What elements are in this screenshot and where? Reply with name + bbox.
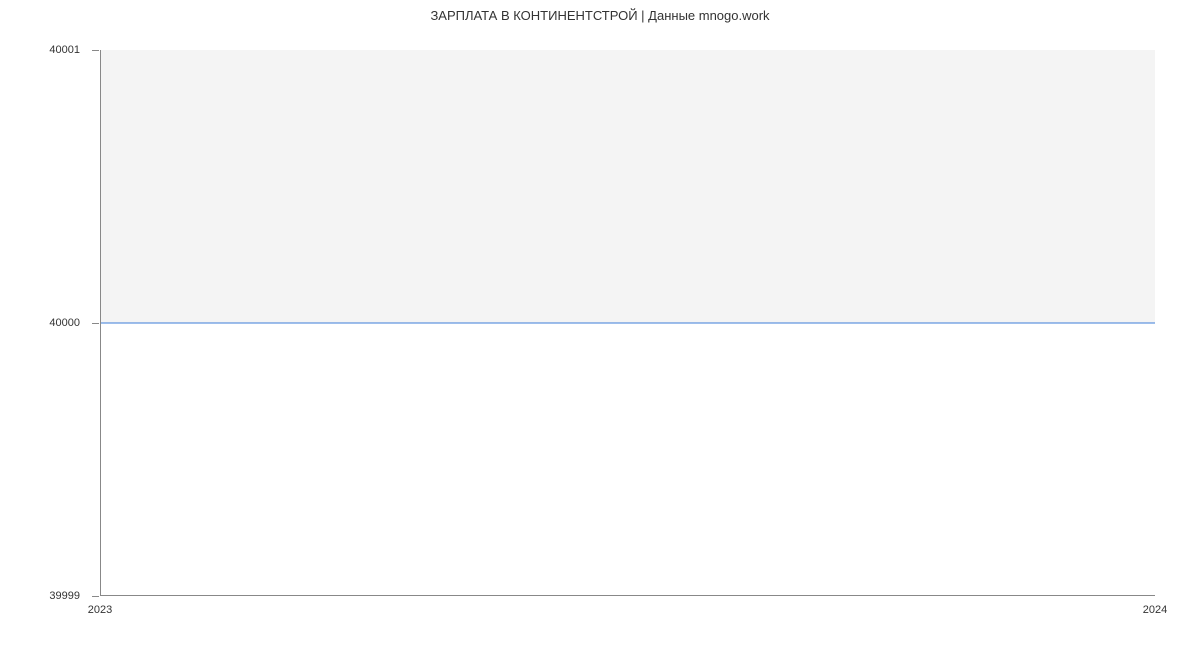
y-tick-mark: [92, 50, 99, 51]
y-tick-mark: [92, 323, 99, 324]
y-tick-label-40001: 40001: [49, 44, 80, 56]
y-tick-mark: [92, 596, 99, 597]
plot-area: [100, 50, 1155, 596]
y-tick-label-39999: 39999: [49, 590, 80, 602]
area-fill: [101, 50, 1155, 323]
x-tick-label-2023: 2023: [88, 604, 112, 616]
chart-container: 40001 40000 39999 2023 2024: [100, 50, 1155, 596]
y-tick-label-40000: 40000: [49, 317, 80, 329]
data-line: [101, 322, 1155, 323]
chart-title: ЗАРПЛАТА В КОНТИНЕНТСТРОЙ | Данные mnogo…: [0, 8, 1200, 23]
x-tick-label-2024: 2024: [1143, 604, 1167, 616]
